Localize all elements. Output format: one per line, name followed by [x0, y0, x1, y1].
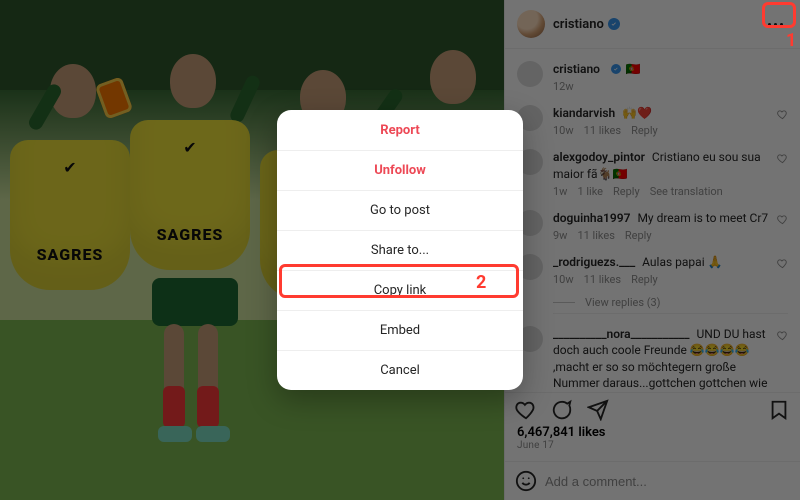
options-sheet: Report Unfollow Go to post Share to... C… — [277, 110, 523, 390]
sheet-copy-link[interactable]: Copy link — [277, 270, 523, 310]
sheet-cancel[interactable]: Cancel — [277, 350, 523, 390]
sheet-go-to-post[interactable]: Go to post — [277, 190, 523, 230]
sheet-embed[interactable]: Embed — [277, 310, 523, 350]
sheet-report[interactable]: Report — [277, 110, 523, 150]
sheet-share-to[interactable]: Share to... — [277, 230, 523, 270]
app-root: ✔ SAGRES ✔ SAGRES ✔ SAGRES ✔ SAGRES — [0, 0, 800, 500]
sheet-unfollow[interactable]: Unfollow — [277, 150, 523, 190]
